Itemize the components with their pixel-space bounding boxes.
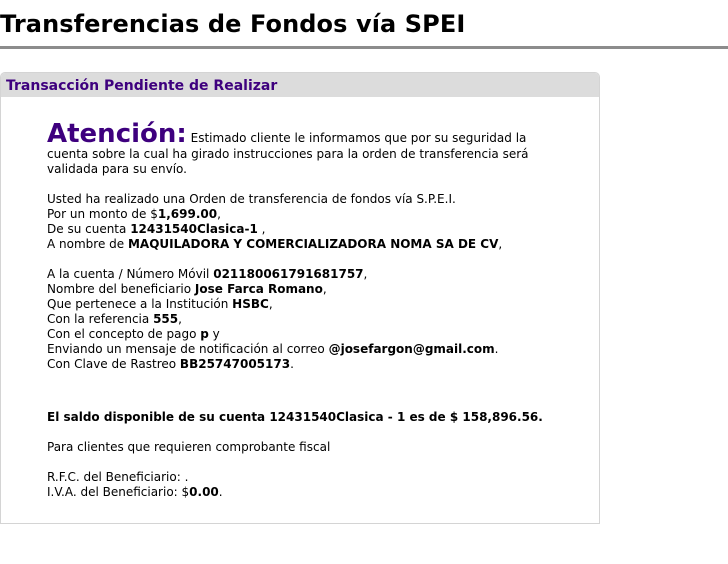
order-amount-label: Por un monto de $ [47,207,158,221]
reference-suffix: , [178,312,182,326]
dest-account-line: A la cuenta / Número Móvil 0211800617916… [47,267,547,282]
iva-suffix: . [218,485,223,499]
concept-value: p [200,327,209,341]
email-line: Enviando un mensaje de notificación al c… [47,342,547,357]
email-suffix: . [494,342,499,356]
bank-name: HSBC [232,297,269,311]
beneficiary-name: Jose Farca Romano [194,282,323,296]
bank-label: Que pertenece a la Institución [47,297,233,311]
order-amount-suffix: , [217,207,221,221]
pending-transaction-panel: Transacción Pendiente de Realizar Atenci… [0,72,600,524]
tracking-label: Con Clave de Rastreo [47,357,180,371]
title-divider [0,46,728,49]
order-amount-line: Por un monto de $1,699.00, [47,207,547,222]
panel-header: Transacción Pendiente de Realizar [1,73,599,97]
concept-label: Con el concepto de pago [47,327,201,341]
bank-suffix: , [268,297,273,311]
rfc-value: . [184,470,189,484]
email-label: Enviando un mensaje de notificación al c… [47,342,329,356]
iva-label: I.V.A. del Beneficiario: $ [47,485,190,499]
concept-line: Con el concepto de pago p y [47,327,547,342]
order-holder-label: A nombre de [47,237,128,251]
order-account-label: De su cuenta [47,222,131,236]
dest-account-suffix: , [363,267,368,281]
bank-line: Que pertenece a la Institución HSBC, [47,297,547,312]
dest-account-label: A la cuenta / Número Móvil [47,267,214,281]
notification-email: @josefargon@gmail.com [328,342,495,356]
panel-body: Atención: Estimado cliente le informamos… [47,121,547,500]
beneficiary-name-label: Nombre del beneficiario [47,282,195,296]
dest-account: 021180061791681757 [213,267,364,281]
order-holder-line: A nombre de MAQUILADORA Y COMERCIALIZADO… [47,237,547,252]
tracking-key: BB25747005173 [179,357,291,371]
order-amount: 1,699.00 [157,207,218,221]
tracking-suffix: . [290,357,294,371]
attention-heading: Atención: [47,119,187,149]
rfc-label: R.F.C. del Beneficiario: [47,470,185,484]
rfc-line: R.F.C. del Beneficiario: . [47,470,547,485]
panel-title: Transacción Pendiente de Realizar [6,78,278,94]
order-account-suffix: , [257,222,266,236]
concept-suffix: y [208,327,220,341]
order-intro: Usted ha realizado una Orden de transfer… [47,192,456,206]
attention-notice: Atención: Estimado cliente le informamos… [47,121,547,177]
balance-text: El saldo disponible de su cuenta 1243154… [47,410,543,424]
beneficiary-name-suffix: , [322,282,327,296]
order-account: 12431540Clasica-1 [130,222,258,236]
iva-value: 0.00 [189,485,219,499]
page-title: Transferencias de Fondos vía SPEI [0,10,466,38]
tracking-line: Con Clave de Rastreo BB25747005173. [47,357,547,372]
reference-value: 555 [153,312,179,326]
fiscal-intro: Para clientes que requieren comprobante … [47,440,331,454]
iva-line: I.V.A. del Beneficiario: $0.00. [47,485,547,500]
order-holder: MAQUILADORA Y COMERCIALIZADORA NOMA SA D… [127,237,499,251]
order-account-line: De su cuenta 12431540Clasica-1 , [47,222,547,237]
reference-label: Con la referencia [47,312,154,326]
reference-line: Con la referencia 555, [47,312,547,327]
beneficiary-name-line: Nombre del beneficiario Jose Farca Roman… [47,282,547,297]
order-holder-suffix: , [498,237,503,251]
